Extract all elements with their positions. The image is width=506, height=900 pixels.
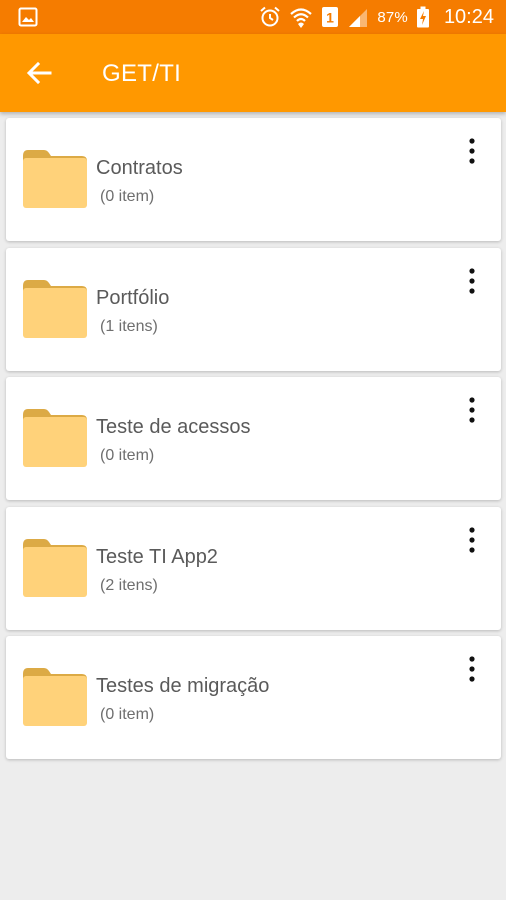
folder-icon	[23, 668, 87, 726]
folder-icon	[23, 279, 87, 338]
folder-item-count: (0 item)	[100, 447, 155, 464]
more-vert-icon	[469, 526, 475, 553]
folder-card[interactable]: Portfólio (1 itens)	[6, 247, 501, 371]
more-vert-icon	[469, 397, 475, 423]
sim-1-icon: 1	[322, 7, 339, 27]
wifi-icon	[290, 8, 313, 28]
battery-percent: 87%	[377, 8, 408, 26]
clock: 10:24	[443, 5, 494, 28]
folder-card[interactable]: Contratos (0 item)	[6, 118, 501, 241]
more-options-button[interactable]	[462, 136, 482, 166]
folder-icon	[23, 150, 87, 208]
folder-card[interactable]: Testes de migração (0 item)	[6, 636, 501, 759]
folder-icon	[23, 409, 87, 467]
folder-name: Teste TI App2	[96, 545, 218, 568]
folder-name: Contratos	[96, 157, 183, 179]
folder-item-count: (0 item)	[100, 188, 155, 205]
folder-name: Testes de migração	[96, 675, 270, 697]
folder-item-count: (0 item)	[100, 706, 155, 723]
more-vert-icon	[469, 267, 475, 294]
status-icons: 1 87% 10:24	[259, 0, 494, 34]
alarm-icon	[260, 6, 280, 27]
page-title: GET/TI	[102, 60, 182, 87]
more-vert-icon	[469, 138, 475, 164]
more-options-button[interactable]	[462, 654, 482, 684]
arrow-back-icon	[26, 61, 52, 85]
more-options-button[interactable]	[462, 266, 482, 296]
folder-item-count: (1 itens)	[100, 317, 158, 335]
folder-list: Contratos (0 item) Portfólio (1 itens) T…	[6, 118, 501, 766]
status-bar: 1 87% 10:24	[0, 0, 506, 34]
more-options-button[interactable]	[462, 395, 482, 425]
image-notification-icon	[18, 7, 38, 27]
folder-name: Teste de acessos	[96, 416, 251, 438]
folder-item-count: (2 itens)	[100, 576, 158, 594]
more-options-button[interactable]	[462, 525, 482, 555]
app-bar: GET/TI	[0, 34, 506, 112]
signal-icon	[349, 9, 368, 27]
battery-charging-icon	[416, 6, 429, 28]
folder-card[interactable]: Teste TI App2 (2 itens)	[6, 506, 501, 630]
folder-icon	[23, 538, 87, 597]
folder-card[interactable]: Teste de acessos (0 item)	[6, 377, 501, 500]
more-vert-icon	[469, 656, 475, 682]
folder-name: Portfólio	[96, 286, 170, 309]
back-button[interactable]	[22, 57, 56, 89]
svg-text:1: 1	[326, 10, 334, 26]
